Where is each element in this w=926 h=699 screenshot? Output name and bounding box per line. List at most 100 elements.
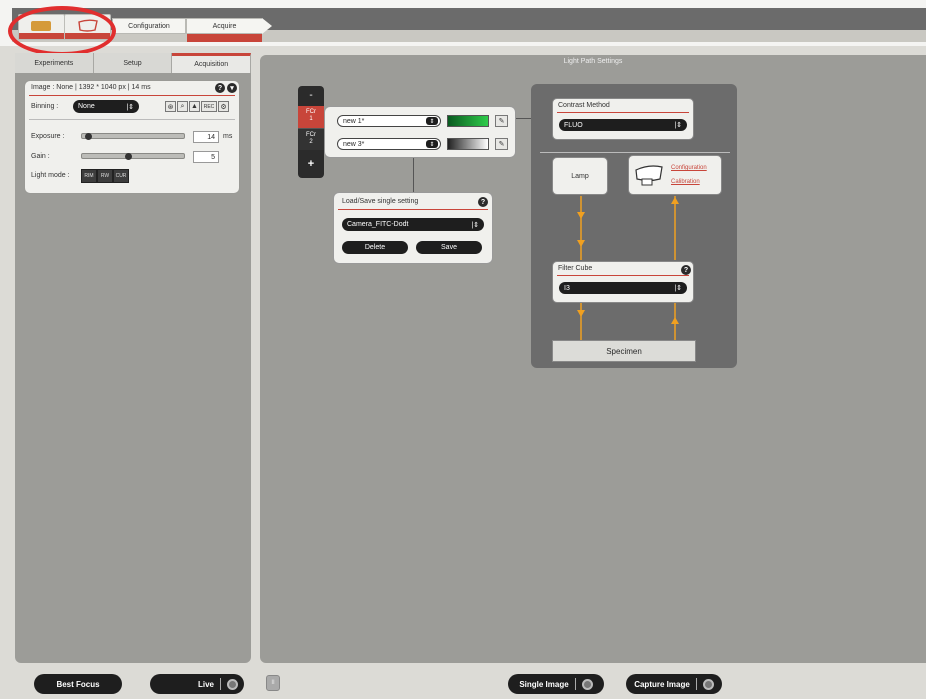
- fcr-1-button[interactable]: FCr 1: [298, 106, 324, 128]
- calibration-link[interactable]: Calibration: [671, 179, 700, 185]
- live-label: Live: [197, 679, 214, 689]
- camera-icon: [635, 165, 663, 186]
- specimen-label: Specimen: [606, 346, 642, 356]
- brightfield-color-swatch: [447, 138, 489, 150]
- fluorescence-color-swatch: [447, 115, 489, 127]
- camera-settings-icon[interactable]: ⚙: [218, 101, 229, 112]
- binning-value: None: [78, 103, 95, 110]
- lamp-button[interactable]: Lamp: [552, 157, 608, 195]
- gain-label: Gain :: [31, 153, 50, 160]
- fcr-settings-panel: new 1* ⇕ ✎ new 3* ⇕ ✎: [324, 106, 516, 158]
- acquisition-toolbar: ⊛ ⌕ ▲ REC ⚙: [165, 101, 229, 112]
- settings-edit-icon[interactable]: ✎: [495, 115, 508, 127]
- help-icon[interactable]: ?: [478, 197, 488, 207]
- light-mode-rw[interactable]: RW: [97, 169, 113, 183]
- filter-cube-select[interactable]: I3 |⇕: [559, 282, 687, 294]
- light-mode-label: Light mode :: [31, 172, 70, 179]
- light-mode-group: RIM RW CUR: [81, 169, 129, 183]
- tab-experiments-label: Experiments: [34, 59, 74, 67]
- aperture-icon[interactable]: ⊛: [165, 101, 176, 112]
- binning-select[interactable]: None |⇕: [73, 100, 139, 113]
- light-path-settings-title: Light Path Settings: [563, 58, 623, 65]
- fcr-1-line1: FCr: [306, 109, 316, 115]
- save-button[interactable]: Save: [416, 241, 482, 254]
- chevron-updown-icon: |⇕: [674, 122, 682, 129]
- separator: [220, 678, 221, 690]
- connector-line: [413, 158, 414, 192]
- chevron-updown-icon: ⇕: [426, 140, 438, 148]
- help-icon[interactable]: ?: [681, 265, 691, 275]
- setting-1-value: new 1*: [343, 117, 365, 125]
- record-icon: [581, 678, 593, 690]
- tab-experiments[interactable]: Experiments: [15, 53, 94, 73]
- fcr-2-line2: 2: [309, 139, 313, 145]
- divider: [557, 112, 689, 113]
- setting-2-select[interactable]: new 3* ⇕: [337, 138, 441, 150]
- delete-button[interactable]: Delete: [342, 241, 408, 254]
- capture-image-button[interactable]: Capture Image: [626, 674, 722, 694]
- divider: [29, 95, 235, 96]
- filter-cube-value: I3: [564, 284, 570, 292]
- tab-acquisition-label: Acquisition: [194, 61, 229, 68]
- specimen-box: Specimen: [552, 340, 696, 362]
- load-save-select[interactable]: Camera_FITC-Dodt |⇕: [342, 218, 484, 231]
- gain-input[interactable]: 5: [193, 151, 219, 163]
- gain-slider-knob[interactable]: [125, 153, 132, 160]
- separator: [574, 678, 576, 690]
- fcr-remove-button[interactable]: -: [298, 90, 324, 102]
- camera-card: Configuration Calibration: [628, 155, 722, 195]
- tab-acquisition[interactable]: Acquisition: [172, 53, 252, 73]
- setting-2-value: new 3*: [343, 140, 365, 148]
- fcr-add-button[interactable]: +: [298, 158, 324, 170]
- pause-label: II: [271, 680, 275, 686]
- tab-configuration[interactable]: Configuration: [112, 18, 186, 34]
- setting-1-select[interactable]: new 1* ⇕: [337, 115, 441, 127]
- fcr-2-line1: FCr: [306, 132, 316, 138]
- exposure-unit: ms: [223, 133, 233, 140]
- pause-button[interactable]: II: [266, 675, 280, 691]
- lamp-label: Lamp: [571, 172, 589, 180]
- help-icon[interactable]: ?: [215, 83, 225, 93]
- annotation-ellipse: [8, 6, 116, 56]
- contrast-method-value: FLUO: [564, 121, 583, 129]
- image-info: Image : None | 1392 * 1040 px | 14 ms: [31, 84, 151, 91]
- rec-icon[interactable]: REC: [201, 101, 217, 112]
- capture-image-label: Capture Image: [634, 679, 690, 689]
- load-save-selected: Camera_FITC-Dodt: [347, 221, 409, 228]
- magnify-icon[interactable]: ⌕: [177, 101, 188, 112]
- single-image-label: Single Image: [519, 679, 569, 689]
- exposure-label: Exposure :: [31, 133, 65, 140]
- filter-cube-title: Filter Cube: [558, 265, 593, 272]
- expand-icon[interactable]: ▾: [227, 83, 237, 93]
- contrast-method-title: Contrast Method: [558, 102, 610, 109]
- fcr-1-line2: 1: [309, 116, 313, 122]
- contrast-method-select[interactable]: FLUO |⇕: [559, 119, 687, 131]
- settings-edit-icon[interactable]: ✎: [495, 138, 508, 150]
- exposure-input[interactable]: 14: [193, 131, 219, 143]
- tab-configuration-label: Configuration: [128, 22, 170, 30]
- light-mode-cur[interactable]: CUR: [113, 169, 129, 183]
- tab-setup[interactable]: Setup: [93, 53, 173, 73]
- tab-setup-label: Setup: [123, 59, 142, 67]
- exposure-slider[interactable]: [81, 133, 185, 140]
- exposure-slider-knob[interactable]: [85, 133, 92, 140]
- configuration-link[interactable]: Configuration: [671, 165, 707, 171]
- best-focus-label: Best Focus: [56, 679, 100, 689]
- separator: [695, 678, 697, 690]
- tab-acquire[interactable]: Acquire: [186, 18, 262, 42]
- acquire-tab-arrow: [262, 18, 272, 34]
- live-button[interactable]: Live: [150, 674, 244, 694]
- load-save-title: Load/Save single setting: [342, 198, 419, 205]
- contrast-method-card: Contrast Method FLUO |⇕: [552, 98, 694, 140]
- chevron-updown-icon: ⇕: [426, 117, 438, 125]
- single-image-button[interactable]: Single Image: [508, 674, 604, 694]
- fcr-2-button[interactable]: FCr 2: [298, 128, 324, 150]
- gain-slider[interactable]: [81, 153, 185, 160]
- bottom-bar: [0, 667, 926, 699]
- histogram-icon[interactable]: ▲: [189, 101, 200, 112]
- chevron-updown-icon: |⇕: [674, 285, 682, 292]
- best-focus-button[interactable]: Best Focus: [34, 674, 122, 694]
- acquisition-settings-group: Image : None | 1392 * 1040 px | 14 ms ? …: [24, 80, 240, 194]
- light-mode-rim[interactable]: RIM: [81, 169, 97, 183]
- filter-cube-card: Filter Cube ? I3 |⇕: [552, 261, 694, 303]
